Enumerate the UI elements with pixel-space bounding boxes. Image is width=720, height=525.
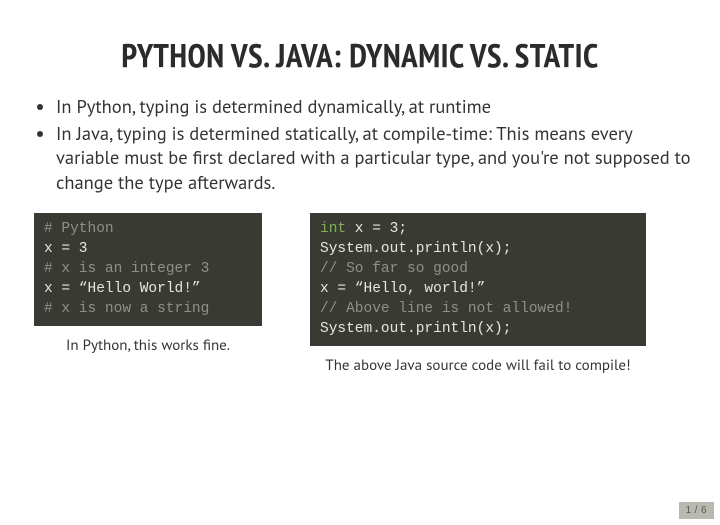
- code-comment: // So far so good: [320, 261, 468, 277]
- code-comment: # x is now a string: [44, 301, 209, 317]
- python-column: # Python x = 3 # x is an integer 3 x = “…: [34, 213, 262, 376]
- java-caption: The above Java source code will fail to …: [310, 356, 646, 376]
- code-keyword: int: [320, 221, 346, 237]
- slide-title: PYTHON VS. JAVA: DYNAMIC VS. STATIC: [28, 34, 692, 77]
- code-comment: # x is an integer 3: [44, 261, 209, 277]
- pager[interactable]: 1/6: [679, 502, 714, 519]
- bullet-list: In Python, typing is determined dynamica…: [28, 95, 692, 195]
- code-line: x = “Hello World!”: [44, 281, 201, 297]
- pager-separator: /: [695, 505, 698, 516]
- code-line: x = 3;: [346, 221, 407, 237]
- java-column: int x = 3; System.out.println(x); // So …: [310, 213, 646, 376]
- bullet-item: In Python, typing is determined dynamica…: [56, 95, 692, 120]
- code-line: System.out.println(x);: [320, 321, 511, 337]
- code-columns: # Python x = 3 # x is an integer 3 x = “…: [28, 213, 692, 376]
- java-code-block: int x = 3; System.out.println(x); // So …: [310, 213, 646, 346]
- pager-total: 6: [701, 505, 707, 516]
- bullet-item: In Java, typing is determined statically…: [56, 122, 692, 196]
- pager-current: 1: [686, 505, 692, 516]
- code-line: System.out.println(x);: [320, 241, 511, 257]
- code-comment: // Above line is not allowed!: [320, 301, 572, 317]
- slide: PYTHON VS. JAVA: DYNAMIC VS. STATIC In P…: [0, 0, 720, 396]
- code-line: x = “Hello, world!”: [320, 281, 485, 297]
- python-caption: In Python, this works fine.: [34, 336, 262, 356]
- python-code-block: # Python x = 3 # x is an integer 3 x = “…: [34, 213, 262, 326]
- code-comment: # Python: [44, 221, 114, 237]
- code-line: x = 3: [44, 241, 88, 257]
